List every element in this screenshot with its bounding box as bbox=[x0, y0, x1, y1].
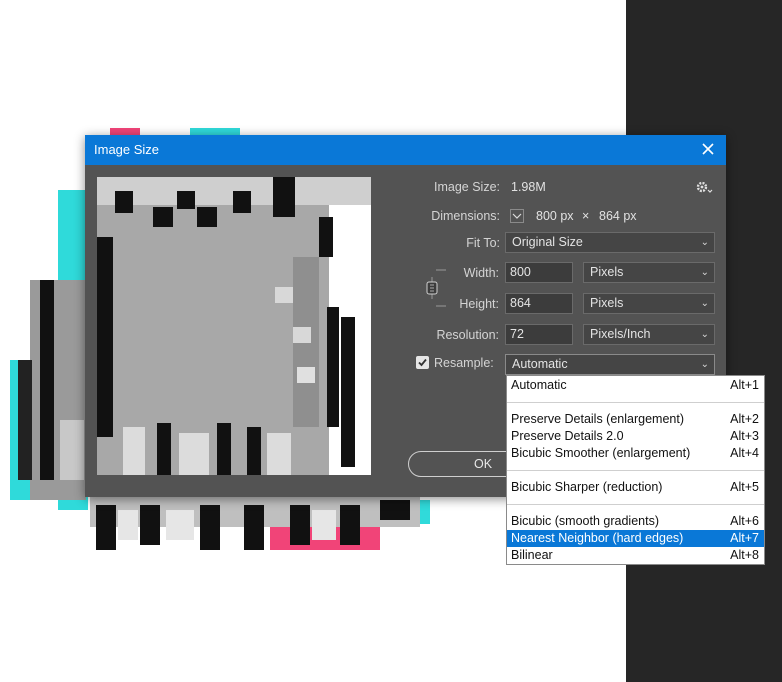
fit-to-label: Fit To: bbox=[466, 236, 500, 250]
resolution-unit-select[interactable]: Pixels/Inch ⌄ bbox=[583, 324, 715, 345]
resample-select[interactable]: Automatic ⌄ bbox=[505, 354, 715, 375]
resample-dropdown-menu: Automatic Alt+1 Preserve Details (enlarg… bbox=[506, 375, 765, 565]
menu-separator bbox=[507, 504, 764, 505]
menu-item-shortcut: Alt+6 bbox=[730, 514, 759, 528]
chevron-down-icon: ⌄ bbox=[700, 329, 709, 340]
menu-item-label: Preserve Details (enlargement) bbox=[511, 412, 684, 426]
checkbox-checked-icon[interactable] bbox=[416, 356, 429, 369]
menu-item-label: Bicubic Sharper (reduction) bbox=[511, 480, 663, 494]
menu-item-preserve-details[interactable]: Preserve Details (enlargement) Alt+2 bbox=[507, 411, 764, 428]
resample-label: Resample: bbox=[434, 356, 494, 370]
height-unit-value: Pixels bbox=[590, 296, 624, 310]
menu-item-shortcut: Alt+1 bbox=[730, 378, 759, 392]
close-icon[interactable] bbox=[698, 139, 718, 159]
dimensions-height: 864 px bbox=[599, 209, 637, 223]
menu-item-bicubic-sharper[interactable]: Bicubic Sharper (reduction) Alt+5 bbox=[507, 479, 764, 496]
height-input[interactable]: 864 bbox=[505, 293, 573, 314]
dimensions-times: × bbox=[582, 209, 590, 223]
width-input[interactable]: 800 bbox=[505, 262, 573, 283]
chevron-down-icon: ⌄ bbox=[700, 267, 709, 278]
menu-item-shortcut: Alt+8 bbox=[730, 548, 759, 562]
chevron-down-icon[interactable] bbox=[510, 209, 524, 223]
menu-item-bilinear[interactable]: Bilinear Alt+8 bbox=[507, 547, 764, 564]
chevron-down-icon: ⌄ bbox=[700, 298, 709, 309]
chevron-down-icon: ⌄ bbox=[700, 359, 709, 370]
resolution-input[interactable]: 72 bbox=[505, 324, 573, 345]
menu-item-label: Preserve Details 2.0 bbox=[511, 429, 624, 443]
height-label: Height: bbox=[459, 297, 499, 311]
width-label: Width: bbox=[463, 266, 499, 280]
menu-item-bicubic-smoother[interactable]: Bicubic Smoother (enlargement) Alt+4 bbox=[507, 445, 764, 462]
image-size-label: Image Size: bbox=[433, 180, 500, 194]
resolution-unit-value: Pixels/Inch bbox=[590, 327, 651, 341]
menu-item-nearest-neighbor[interactable]: Nearest Neighbor (hard edges) Alt+7 bbox=[507, 530, 764, 547]
resample-value: Automatic bbox=[512, 357, 568, 371]
height-unit-select[interactable]: Pixels ⌄ bbox=[583, 293, 715, 314]
menu-item-preserve-details-2[interactable]: Preserve Details 2.0 Alt+3 bbox=[507, 428, 764, 445]
menu-item-automatic[interactable]: Automatic Alt+1 bbox=[507, 377, 764, 394]
menu-item-label: Nearest Neighbor (hard edges) bbox=[511, 531, 684, 545]
dimensions-width: 800 px bbox=[536, 209, 574, 223]
gear-icon[interactable] bbox=[695, 180, 713, 196]
width-unit-select[interactable]: Pixels ⌄ bbox=[583, 262, 715, 283]
menu-item-label: Automatic bbox=[511, 378, 567, 392]
menu-item-label: Bicubic (smooth gradients) bbox=[511, 514, 659, 528]
menu-item-label: Bilinear bbox=[511, 548, 553, 562]
menu-item-shortcut: Alt+2 bbox=[730, 412, 759, 426]
fit-to-select[interactable]: Original Size ⌄ bbox=[505, 232, 715, 253]
resolution-label: Resolution: bbox=[436, 328, 499, 342]
image-preview[interactable] bbox=[97, 177, 371, 475]
menu-separator bbox=[507, 470, 764, 471]
width-unit-value: Pixels bbox=[590, 265, 624, 279]
menu-separator bbox=[507, 402, 764, 403]
image-size-value: 1.98M bbox=[511, 180, 546, 194]
menu-item-shortcut: Alt+5 bbox=[730, 480, 759, 494]
dialog-titlebar[interactable]: Image Size bbox=[85, 135, 726, 165]
chevron-down-icon: ⌄ bbox=[700, 237, 709, 248]
menu-item-bicubic-smooth[interactable]: Bicubic (smooth gradients) Alt+6 bbox=[507, 513, 764, 530]
menu-item-shortcut: Alt+4 bbox=[730, 446, 759, 460]
fit-to-value: Original Size bbox=[512, 235, 583, 249]
menu-item-shortcut: Alt+7 bbox=[730, 531, 759, 545]
menu-item-shortcut: Alt+3 bbox=[730, 429, 759, 443]
menu-item-label: Bicubic Smoother (enlargement) bbox=[511, 446, 691, 460]
dimensions-label: Dimensions: bbox=[431, 209, 500, 223]
dialog-title: Image Size bbox=[94, 142, 160, 157]
